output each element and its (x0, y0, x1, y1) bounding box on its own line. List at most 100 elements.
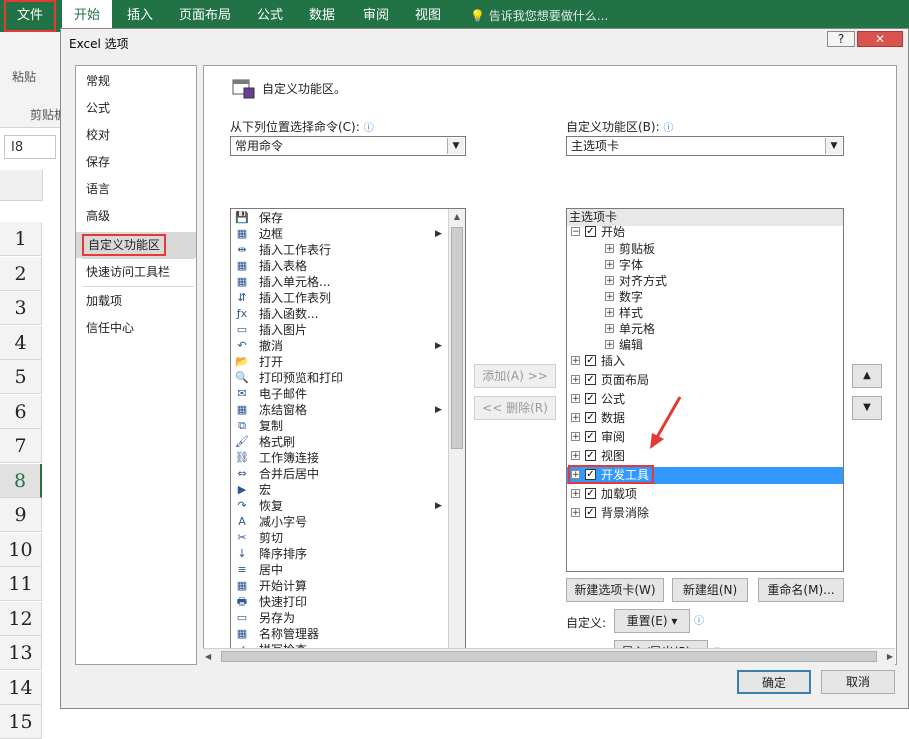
add-button[interactable]: 添加(A) >> (474, 364, 556, 388)
expand-icon[interactable]: + (571, 413, 580, 423)
command-item[interactable]: ✂ 剪切 (231, 530, 449, 546)
tree-node[interactable]: + 字体 (567, 257, 843, 274)
scroll-up-icon[interactable]: ▲ (449, 209, 465, 225)
tree-node[interactable]: − ✓ 开始 (567, 224, 843, 241)
expand-icon[interactable]: + (605, 308, 614, 318)
tab-file[interactable]: 文件 (4, 0, 56, 32)
ok-button[interactable]: 确定 (737, 670, 811, 694)
tree-node[interactable]: + ✓ 加载项 (567, 486, 843, 503)
expand-icon[interactable]: + (605, 260, 614, 270)
command-item[interactable]: ▭ 插入图片 (231, 322, 449, 338)
nav-item[interactable]: 信任中心 (76, 315, 196, 341)
checkbox[interactable]: ✓ (585, 488, 596, 499)
nav-item[interactable]: 快速访问工具栏 (76, 259, 196, 285)
command-item[interactable]: A 减小字号 (231, 514, 449, 530)
command-item[interactable]: ▦ 名称管理器 (231, 626, 449, 642)
tree-node[interactable]: + 编辑 (567, 337, 843, 354)
command-item[interactable]: 🖌 格式刷 (231, 434, 449, 450)
command-item[interactable]: 📂 打开 (231, 354, 449, 370)
command-item[interactable]: ▦ 插入单元格... (231, 274, 449, 290)
tree-node[interactable]: + ✓ 页面布局 (567, 372, 843, 389)
nav-item[interactable]: 常规 (76, 68, 196, 94)
command-item[interactable]: 🖶 快速打印 (231, 594, 449, 610)
tree-node[interactable]: + 对齐方式 (567, 273, 843, 290)
command-item[interactable]: ↷ 恢复 ▶ (231, 498, 449, 514)
command-item[interactable]: ▦ 边框 ▶ (231, 226, 449, 242)
row-header[interactable]: 15 (0, 705, 42, 739)
checkbox[interactable]: ✓ (585, 226, 596, 237)
expand-icon[interactable]: + (571, 356, 580, 366)
command-item[interactable]: ▦ 开始计算 (231, 578, 449, 594)
checkbox[interactable]: ✓ (585, 507, 596, 518)
row-header[interactable]: 12 (0, 601, 42, 636)
expand-icon[interactable]: + (605, 276, 614, 286)
tree-node[interactable]: + 数字 (567, 289, 843, 306)
checkbox[interactable]: ✓ (585, 374, 596, 385)
command-item[interactable]: ▦ 插入表格 (231, 258, 449, 274)
nav-item[interactable]: 校对 (76, 122, 196, 148)
move-up-button[interactable]: ▲ (852, 364, 882, 388)
command-item[interactable]: ▭ 另存为 (231, 610, 449, 626)
command-item[interactable]: ↶ 撤消 ▶ (231, 338, 449, 354)
horizontal-scroll-thumb[interactable] (221, 651, 877, 662)
row-header[interactable]: 11 (0, 567, 42, 601)
row-header[interactable]: 3 (0, 291, 42, 325)
command-item[interactable]: ≡ 居中 (231, 562, 449, 578)
command-item[interactable]: ⇔ 合并后居中 (231, 466, 449, 482)
tree-node[interactable]: + ✓ 开发工具 (567, 465, 843, 484)
rename-button[interactable]: 重命名(M)... (758, 578, 844, 602)
nav-item[interactable]: 自定义功能区 (76, 232, 196, 258)
expand-icon[interactable]: + (571, 451, 580, 461)
new-tab-button[interactable]: 新建选项卡(W) (566, 578, 664, 602)
expand-icon[interactable]: + (571, 508, 580, 518)
command-item[interactable]: ▦ 冻结窗格 ▶ (231, 402, 449, 418)
horizontal-scrollbar[interactable]: ◀ ▶ (203, 648, 895, 665)
ribbon-tabs-tree[interactable]: 主选项卡 − ✓ 开始 + 剪贴板 + 字体 + 对齐方式 + 数字 + 样式 + 单元格 + 编辑 + ✓ 插入 + ✓… (566, 208, 844, 572)
row-header[interactable]: 4 (0, 325, 42, 360)
commands-scrollbar[interactable]: ▲ ▼ (448, 209, 465, 662)
tree-node[interactable]: + ✓ 审阅 (567, 429, 843, 446)
row-header[interactable]: 5 (0, 360, 42, 394)
tree-node[interactable]: + ✓ 背景消除 (567, 505, 843, 522)
remove-button[interactable]: << 删除(R) (474, 396, 556, 420)
checkbox[interactable]: ✓ (585, 393, 596, 404)
row-header[interactable]: 13 (0, 636, 42, 670)
command-item[interactable]: 🔍 打印预览和打印 (231, 370, 449, 386)
row-header[interactable]: 9 (0, 498, 42, 532)
expand-icon[interactable]: + (571, 489, 580, 499)
select-all-corner[interactable] (0, 170, 43, 201)
scroll-left-icon[interactable]: ◀ (205, 649, 211, 665)
checkbox[interactable]: ✓ (585, 431, 596, 442)
expand-icon[interactable]: + (605, 244, 614, 254)
commands-list[interactable]: Σ求和✓拼写检查...▦名称管理器▭另存为🖶快速打印▦开始计算≡居中↓降序排序✂… (230, 208, 466, 663)
name-box[interactable]: I8 (4, 135, 56, 159)
tree-node[interactable]: + ✓ 数据 (567, 410, 843, 427)
tree-node[interactable]: + ✓ 公式 (567, 391, 843, 408)
expand-icon[interactable]: + (605, 324, 614, 334)
new-group-button[interactable]: 新建组(N) (672, 578, 748, 602)
nav-item[interactable]: 公式 (76, 95, 196, 121)
move-down-button[interactable]: ▼ (852, 396, 882, 420)
row-header[interactable]: 7 (0, 429, 42, 463)
tree-node[interactable]: + ✓ 插入 (567, 353, 843, 370)
nav-item[interactable]: 语言 (76, 176, 196, 202)
tree-node[interactable]: + 剪贴板 (567, 241, 843, 258)
checkbox[interactable]: ✓ (585, 355, 596, 366)
nav-item[interactable]: 高级 (76, 203, 196, 229)
command-item[interactable]: ⇵ 插入工作表列 (231, 290, 449, 306)
checkbox[interactable]: ✓ (585, 450, 596, 461)
command-item[interactable]: ↓ 降序排序 (231, 546, 449, 562)
expand-icon[interactable]: + (571, 394, 580, 404)
command-item[interactable]: ⇹ 插入工作表行 (231, 242, 449, 258)
scroll-right-icon[interactable]: ▶ (887, 649, 893, 665)
checkbox[interactable]: ✓ (585, 412, 596, 423)
scroll-thumb[interactable] (451, 227, 463, 449)
row-header[interactable]: 6 (0, 394, 42, 429)
expand-icon[interactable]: + (605, 340, 614, 350)
tree-node[interactable]: + 样式 (567, 305, 843, 322)
command-item[interactable]: ▶ 宏 (231, 482, 449, 498)
tree-node[interactable]: + 单元格 (567, 321, 843, 338)
row-header[interactable]: 1 (0, 222, 42, 256)
row-header[interactable]: 14 (0, 670, 42, 705)
expand-icon[interactable]: + (571, 432, 580, 442)
